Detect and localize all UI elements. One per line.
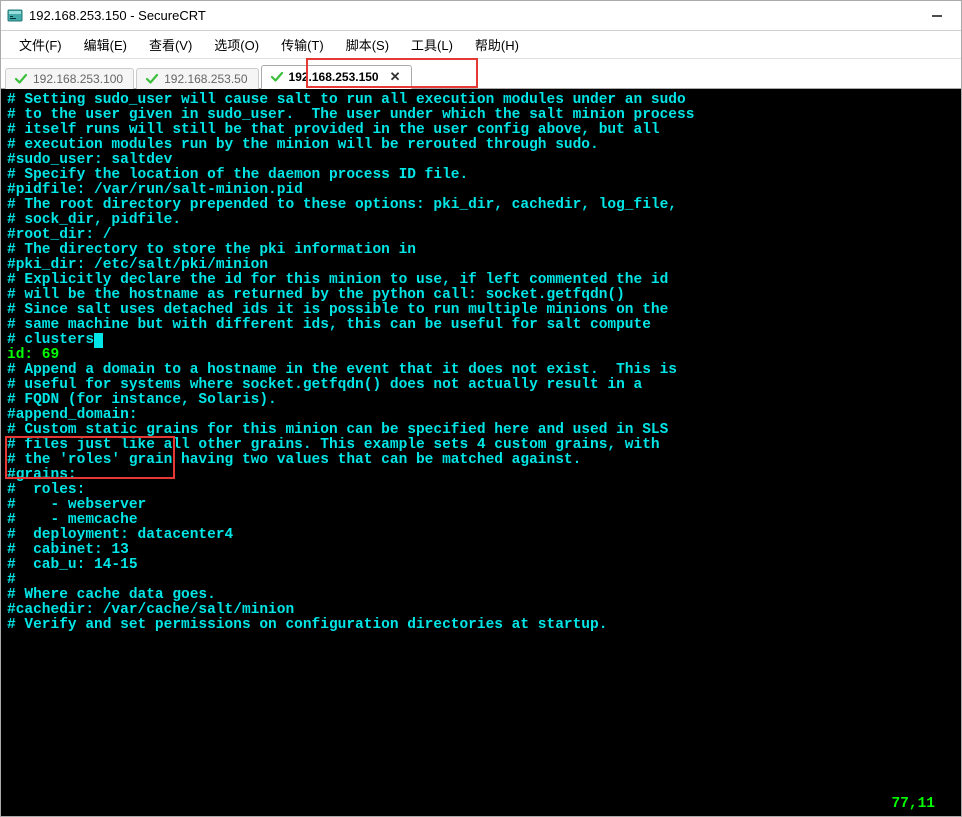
terminal-line: # Setting sudo_user will cause salt to r…	[7, 93, 955, 108]
close-icon[interactable]: ✕	[390, 69, 401, 85]
terminal-line: # Where cache data goes.	[7, 588, 955, 603]
tab-label: 192.168.253.100	[33, 72, 123, 86]
app-icon	[7, 8, 23, 24]
terminal-line: # Custom static grains for this minion c…	[7, 423, 955, 438]
terminal-line: # clusters	[7, 333, 955, 348]
terminal-line: # FQDN (for instance, Solaris).	[7, 393, 955, 408]
terminal-line: #pki_dir: /etc/salt/pki/minion	[7, 258, 955, 273]
menu-view[interactable]: 查看(V)	[139, 31, 202, 58]
terminal-line: #sudo_user: saltdev	[7, 153, 955, 168]
terminal-line: # Verify and set permissions on configur…	[7, 618, 955, 633]
terminal-line: # cab_u: 14-15	[7, 558, 955, 573]
menu-transfer[interactable]: 传输(T)	[271, 31, 334, 58]
terminal-line: # Since salt uses detached ids it is pos…	[7, 303, 955, 318]
window-title: 192.168.253.150 - SecureCRT	[29, 8, 913, 23]
terminal-line: # The directory to store the pki informa…	[7, 243, 955, 258]
terminal-line: # the 'roles' grain having two values th…	[7, 453, 955, 468]
titlebar: 192.168.253.150 - SecureCRT	[1, 1, 961, 31]
window-controls	[919, 5, 955, 27]
terminal-line: # same machine but with different ids, t…	[7, 318, 955, 333]
terminal-line: # sock_dir, pidfile.	[7, 213, 955, 228]
terminal-line: #	[7, 573, 955, 588]
terminal-line: id: 69	[7, 348, 955, 363]
terminal-line: # files just like all other grains. This…	[7, 438, 955, 453]
terminal-line: #pidfile: /var/run/salt-minion.pid	[7, 183, 955, 198]
terminal-line: # will be the hostname as returned by th…	[7, 288, 955, 303]
terminal-line: # roles:	[7, 483, 955, 498]
terminal-line: # Explicitly declare the id for this min…	[7, 273, 955, 288]
terminal-line: #append_domain:	[7, 408, 955, 423]
terminal-line: # to the user given in sudo_user. The us…	[7, 108, 955, 123]
terminal-line: # cabinet: 13	[7, 543, 955, 558]
terminal-output[interactable]: # Setting sudo_user will cause salt to r…	[1, 89, 961, 816]
menu-script[interactable]: 脚本(S)	[336, 31, 399, 58]
terminal-line: #root_dir: /	[7, 228, 955, 243]
terminal-line: #grains:	[7, 468, 955, 483]
terminal-line: # execution modules run by the minion wi…	[7, 138, 955, 153]
menu-help[interactable]: 帮助(H)	[465, 31, 529, 58]
menu-options[interactable]: 选项(O)	[204, 31, 269, 58]
terminal-line: # deployment: datacenter4	[7, 528, 955, 543]
tab-label: 192.168.253.150	[289, 70, 379, 84]
check-icon	[270, 70, 284, 84]
text-cursor	[94, 333, 103, 348]
tabbar: 192.168.253.100 192.168.253.50 192.168.2…	[1, 59, 961, 89]
check-icon	[14, 72, 28, 86]
tab-host-3-active[interactable]: 192.168.253.150 ✕	[261, 65, 412, 89]
terminal-line: # - memcache	[7, 513, 955, 528]
terminal-line: # Append a domain to a hostname in the e…	[7, 363, 955, 378]
tab-label: 192.168.253.50	[164, 72, 247, 86]
menubar: 文件(F) 编辑(E) 查看(V) 选项(O) 传输(T) 脚本(S) 工具(L…	[1, 31, 961, 59]
terminal-line: # useful for systems where socket.getfqd…	[7, 378, 955, 393]
terminal-line: # The root directory prepended to these …	[7, 198, 955, 213]
menu-file[interactable]: 文件(F)	[9, 31, 72, 58]
menu-edit[interactable]: 编辑(E)	[74, 31, 137, 58]
terminal-line: # itself runs will still be that provide…	[7, 123, 955, 138]
terminal-line: # Specify the location of the daemon pro…	[7, 168, 955, 183]
minimize-button[interactable]	[919, 5, 955, 27]
terminal-line: #cachedir: /var/cache/salt/minion	[7, 603, 955, 618]
menu-tools[interactable]: 工具(L)	[401, 31, 463, 58]
cursor-position-status: 77,11	[891, 797, 935, 812]
terminal-line: # - webserver	[7, 498, 955, 513]
check-icon	[145, 72, 159, 86]
tab-host-2[interactable]: 192.168.253.50	[136, 68, 258, 89]
tab-host-1[interactable]: 192.168.253.100	[5, 68, 134, 89]
